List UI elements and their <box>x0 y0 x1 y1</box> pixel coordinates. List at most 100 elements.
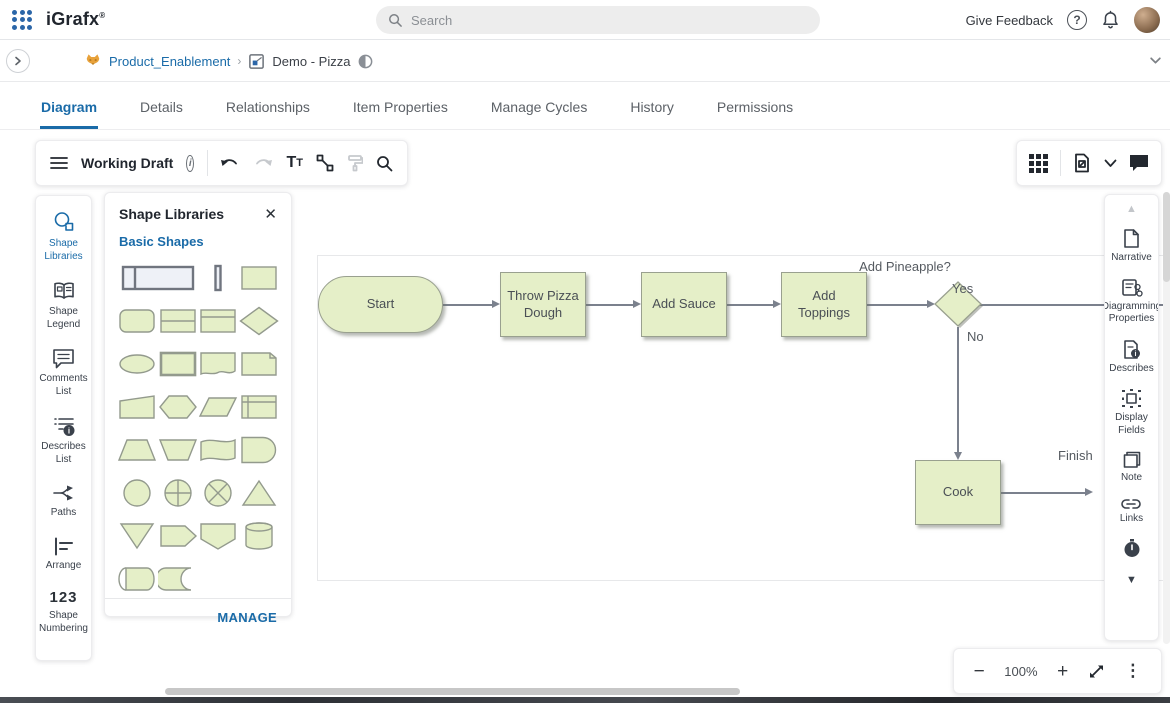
connector-no[interactable] <box>957 327 959 453</box>
comments-list-icon <box>52 348 75 369</box>
shape-document[interactable] <box>198 349 239 379</box>
menu-icon[interactable] <box>50 156 68 170</box>
node-add-toppings[interactable]: Add Toppings <box>781 272 867 337</box>
shape-stored-data[interactable] <box>158 564 199 594</box>
item-tabs: Diagram Details Relationships Item Prope… <box>0 83 1170 130</box>
shape-triangle-down[interactable] <box>117 521 158 551</box>
shapes-grid-icon[interactable] <box>1029 154 1048 173</box>
app-waffle-icon[interactable] <box>12 10 32 30</box>
fit-screen-icon[interactable] <box>1088 663 1105 680</box>
diagram-toolbar: Working Draft i TT <box>35 140 408 186</box>
shape-triangle-up[interactable] <box>239 478 280 508</box>
shape-wave-rectangle[interactable] <box>198 435 239 465</box>
decision-label: Add Pineapple? <box>845 259 965 274</box>
node-cook[interactable]: Cook <box>915 460 1001 525</box>
shape-inverted-trapezoid[interactable] <box>158 435 199 465</box>
shape-header-rectangle[interactable] <box>198 306 239 336</box>
shape-slanted-rectangle[interactable] <box>117 392 158 422</box>
tab-history[interactable]: History <box>629 99 675 129</box>
collapse-chevron-icon[interactable] <box>1149 54 1162 72</box>
scroll-up-icon: ▲ <box>1126 203 1137 215</box>
search-input[interactable] <box>411 13 791 28</box>
help-icon[interactable]: ? <box>1067 10 1087 30</box>
shape-internal-storage[interactable] <box>239 392 280 422</box>
expand-panel-button[interactable] <box>6 49 30 73</box>
shape-hexagon[interactable] <box>158 392 199 422</box>
connector-toppings-decision[interactable] <box>867 304 929 306</box>
sidebar-item-arrange[interactable]: Arrange <box>46 537 82 573</box>
diagram-item-icon <box>248 53 265 70</box>
more-options-icon[interactable]: ⋮ <box>1124 661 1141 681</box>
connector-dough-sauce[interactable] <box>586 304 635 306</box>
shape-circle[interactable] <box>117 478 158 508</box>
close-icon[interactable]: ✕ <box>264 207 277 222</box>
shape-pentagon-right[interactable] <box>158 521 199 551</box>
global-search[interactable] <box>376 6 820 34</box>
panel-item-display-fields[interactable]: Display Fields <box>1107 388 1156 437</box>
give-feedback-link[interactable]: Give Feedback <box>966 13 1053 28</box>
horizontal-scrollbar[interactable] <box>165 688 740 695</box>
chevron-down-icon[interactable] <box>1104 159 1117 168</box>
connector-tool-icon[interactable] <box>316 154 334 172</box>
zoom-out-icon[interactable]: − <box>974 662 985 681</box>
shape-ellipse[interactable] <box>117 349 158 379</box>
shape-delay[interactable] <box>239 435 280 465</box>
zoom-search-icon[interactable] <box>376 155 393 172</box>
panel-item-narrative[interactable]: Narrative <box>1111 228 1152 265</box>
tab-relationships[interactable]: Relationships <box>225 99 311 129</box>
user-avatar[interactable] <box>1134 7 1160 33</box>
shape-cylinder-horizontal[interactable] <box>117 564 158 594</box>
tab-manage-cycles[interactable]: Manage Cycles <box>490 99 589 129</box>
manage-libraries-link[interactable]: MANAGE <box>217 610 277 625</box>
shape-hopper[interactable] <box>198 521 239 551</box>
shape-split-rectangle[interactable] <box>158 306 199 336</box>
sidebar-item-describes-list[interactable]: i Describes List <box>38 415 89 466</box>
breadcrumb-space-link[interactable]: Product_Enablement <box>109 54 230 69</box>
toolbar-divider <box>1060 150 1061 176</box>
shape-parallelogram[interactable] <box>198 392 239 422</box>
connector-finish[interactable] <box>1001 492 1087 494</box>
node-add-sauce[interactable]: Add Sauce <box>641 272 727 337</box>
sidebar-item-paths[interactable]: Paths <box>51 483 77 520</box>
vertical-scrollbar[interactable] <box>1163 192 1170 644</box>
shape-bordered-rectangle[interactable] <box>158 349 199 379</box>
info-icon[interactable]: i <box>186 155 194 172</box>
shape-rectangle[interactable] <box>239 263 280 293</box>
shape-rounded-rectangle[interactable] <box>117 306 158 336</box>
shape-circle-cross[interactable] <box>158 478 199 508</box>
notifications-bell-icon[interactable] <box>1101 10 1120 30</box>
sidebar-item-shape-legend[interactable]: Shape Legend <box>38 280 89 331</box>
basic-shapes-section-label: Basic Shapes <box>105 228 291 259</box>
panel-item-links[interactable]: Links <box>1120 498 1143 526</box>
sidebar-item-shape-libraries[interactable]: Shape Libraries <box>38 210 89 263</box>
panel-item-note[interactable]: Note <box>1121 450 1142 485</box>
shape-swimlane[interactable] <box>117 263 198 293</box>
tab-diagram[interactable]: Diagram <box>40 99 98 129</box>
scroll-down-icon[interactable]: ▼ <box>1126 574 1137 586</box>
tab-details[interactable]: Details <box>139 99 184 129</box>
connector-start-dough[interactable] <box>443 304 494 306</box>
tab-item-properties[interactable]: Item Properties <box>352 99 449 129</box>
compare-version-icon[interactable] <box>357 53 374 70</box>
shape-legend-icon <box>52 280 76 302</box>
shape-trapezoid[interactable] <box>117 435 158 465</box>
comment-icon[interactable] <box>1129 154 1149 172</box>
shape-folded-card[interactable] <box>239 349 280 379</box>
sidebar-item-shape-numbering[interactable]: 123 Shape Numbering <box>38 589 89 635</box>
undo-icon[interactable] <box>220 156 240 170</box>
panel-item-describes[interactable]: i Describes <box>1109 339 1153 376</box>
panel-item-timer[interactable] <box>1123 538 1141 561</box>
shape-cylinder[interactable] <box>239 521 280 551</box>
zoom-in-icon[interactable]: + <box>1057 662 1068 681</box>
text-tool-icon[interactable]: TT <box>286 154 303 172</box>
shape-diamond[interactable] <box>239 306 280 336</box>
tab-permissions[interactable]: Permissions <box>716 99 794 129</box>
node-throw-pizza-dough[interactable]: Throw Pizza Dough <box>500 272 586 337</box>
export-document-icon[interactable] <box>1073 153 1091 173</box>
node-start[interactable]: Start <box>318 276 443 333</box>
connector-sauce-toppings[interactable] <box>727 304 775 306</box>
sidebar-item-comments-list[interactable]: Comments List <box>38 348 89 398</box>
shape-divider-bar[interactable] <box>198 263 239 293</box>
shape-circle-x[interactable] <box>198 478 239 508</box>
panel-item-diagramming-properties[interactable]: Diagramming Properties <box>1104 278 1159 326</box>
